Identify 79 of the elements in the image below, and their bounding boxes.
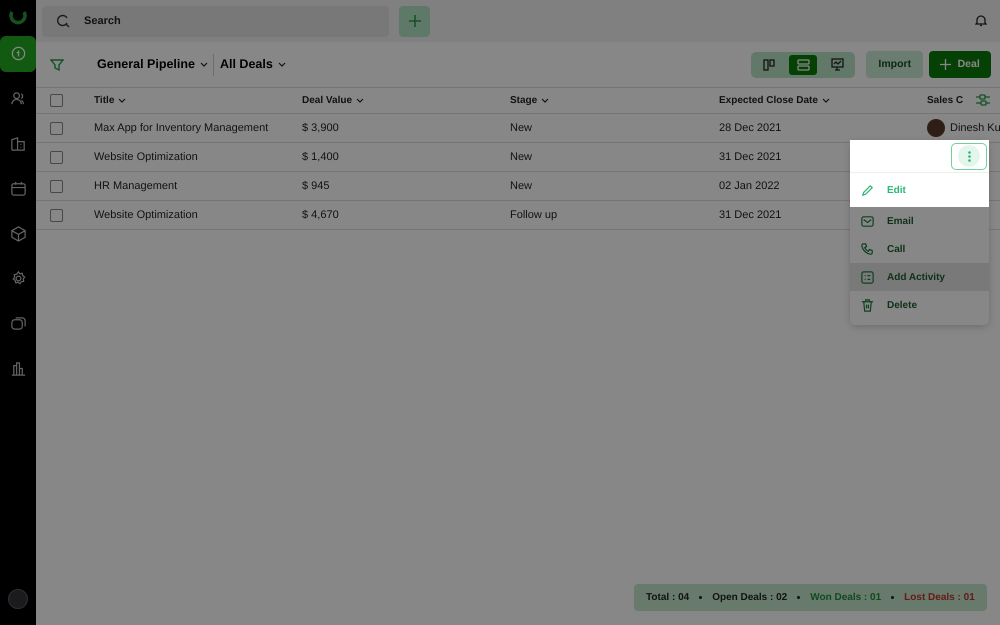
contacts-icon xyxy=(10,90,26,107)
separator-dot xyxy=(699,596,702,599)
plus-icon xyxy=(408,14,422,28)
caret-icon xyxy=(541,98,550,103)
box-icon xyxy=(10,225,26,242)
column-header[interactable]: Expected Close Date xyxy=(719,93,927,108)
table-cell: $ 1,400 xyxy=(302,150,339,163)
separator-dot xyxy=(797,596,800,599)
table-cell: New xyxy=(510,122,532,134)
more-options-button[interactable] xyxy=(951,142,987,170)
buildings-icon xyxy=(10,135,26,152)
search-input[interactable]: Search xyxy=(82,12,239,30)
kebab-icon xyxy=(968,150,970,162)
caret-icon xyxy=(278,62,286,67)
calendar-icon xyxy=(10,180,26,197)
column-header[interactable]: Sales C xyxy=(927,93,964,108)
caret-icon xyxy=(200,62,208,67)
menu-item[interactable]: Delete xyxy=(850,291,989,319)
pipeline-dropdown[interactable]: General Pipeline xyxy=(97,55,208,74)
search-field[interactable]: Search xyxy=(42,6,389,36)
envelope-icon xyxy=(860,214,875,228)
view-toggle[interactable] xyxy=(789,54,818,74)
table-cell: New xyxy=(510,150,532,163)
filter-dropdown[interactable]: All Deals xyxy=(220,55,286,74)
presentation-icon xyxy=(830,58,844,71)
user-avatar xyxy=(927,119,945,137)
logo-icon xyxy=(9,8,27,26)
table-cell: Follow up xyxy=(510,208,558,221)
menu-item[interactable]: Edit xyxy=(850,173,989,207)
caret-icon xyxy=(118,98,126,103)
sidebar-item[interactable] xyxy=(0,36,36,72)
caret-icon xyxy=(822,98,830,103)
checklist-icon xyxy=(860,270,875,284)
column-header[interactable]: Stage xyxy=(510,93,719,108)
table-cell: $ 3,900 xyxy=(302,122,339,134)
row-checkbox[interactable] xyxy=(50,150,63,164)
separator-dot xyxy=(891,596,894,599)
column-header[interactable]: Title xyxy=(94,93,302,108)
menu-item[interactable]: Email xyxy=(850,207,989,235)
table-cell: $ 945 xyxy=(302,180,330,192)
row-checkbox[interactable] xyxy=(50,122,63,134)
menu-item[interactable]: Call xyxy=(850,235,989,263)
deal-title: Website Optimization xyxy=(94,150,198,163)
add-deal-button[interactable]: Deal xyxy=(928,51,991,78)
list-icon xyxy=(796,58,810,71)
deal-title: Website Optimization xyxy=(94,208,198,221)
select-all-checkbox[interactable] xyxy=(50,94,63,107)
caret-icon xyxy=(356,98,364,103)
column-settings-icon[interactable] xyxy=(976,94,990,106)
row-checkbox[interactable] xyxy=(50,180,63,192)
add-button[interactable] xyxy=(399,6,430,36)
board-icon xyxy=(762,58,776,71)
notification-icon[interactable] xyxy=(975,14,988,28)
column-header[interactable]: Deal Value xyxy=(302,93,510,108)
chart-icon xyxy=(10,360,26,377)
deal-title: Max App for Inventory Management xyxy=(94,122,268,134)
search-icon xyxy=(56,14,70,28)
table-cell: 31 Dec 2021 xyxy=(719,208,782,221)
summary-stat: Open Deals : 02 xyxy=(712,591,788,605)
phone-icon xyxy=(860,242,875,256)
summary-stat: Lost Deals : 01 xyxy=(904,591,975,605)
menu-item[interactable]: Add Activity xyxy=(850,263,989,291)
pencil-icon xyxy=(860,182,875,198)
trash-icon xyxy=(860,298,875,312)
table-cell: 31 Dec 2021 xyxy=(719,150,782,163)
table-cell-text: Dinesh Ku xyxy=(950,120,1000,136)
table-cell: $ 4,670 xyxy=(302,208,339,221)
summary-stat: Total : 04 xyxy=(646,591,690,605)
table-cell: 02 Jan 2022 xyxy=(719,180,780,192)
chat-icon xyxy=(10,315,26,332)
plus-icon xyxy=(940,59,951,70)
table-cell: New xyxy=(510,180,532,192)
row-checkbox[interactable] xyxy=(50,208,63,222)
table-cell: 28 Dec 2021 xyxy=(719,122,782,134)
gear-icon xyxy=(10,270,26,287)
import-button[interactable]: Import xyxy=(866,51,924,78)
funnel-icon[interactable] xyxy=(50,58,64,72)
deal-title: HR Management xyxy=(94,180,178,192)
summary-stat: Won Deals : 01 xyxy=(810,591,882,605)
